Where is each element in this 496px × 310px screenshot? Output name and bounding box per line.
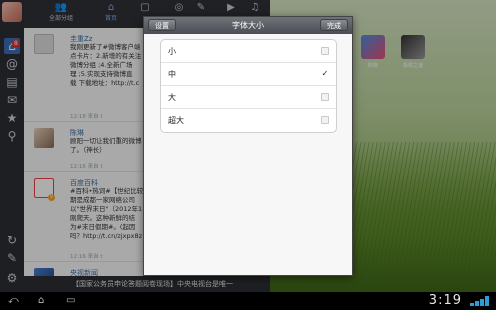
- font-size-options: 小 中 ✓ 大 超大: [160, 39, 337, 133]
- clock[interactable]: 3:19: [429, 293, 462, 309]
- system-navigation-bar: ⤺ ⌂ ▭ 3:19: [0, 292, 496, 310]
- checkbox[interactable]: [321, 93, 329, 101]
- option-medium[interactable]: 中 ✓: [161, 63, 336, 86]
- option-small[interactable]: 小: [161, 40, 336, 63]
- tablet-screen: 购物 极限之速 ⌂ 8 @ ▤ ✉ ★ ⚲ ↻ ✎ ⚙ 👥 全部分组 ⌂ 首页 …: [0, 0, 496, 292]
- dialog-header: 字体大小 设置 完成: [144, 17, 352, 34]
- option-large[interactable]: 大: [161, 86, 336, 109]
- option-label: 超大: [168, 116, 184, 125]
- done-button[interactable]: 完成: [320, 19, 348, 31]
- home-button-icon[interactable]: ⌂: [38, 295, 44, 307]
- checkbox[interactable]: [321, 47, 329, 55]
- checkmark-icon[interactable]: ✓: [321, 70, 329, 78]
- back-icon[interactable]: ⤺: [8, 295, 19, 307]
- signal-icon[interactable]: [470, 296, 490, 306]
- option-label: 中: [168, 70, 176, 79]
- recent-apps-icon[interactable]: ▭: [66, 295, 75, 307]
- option-extra-large[interactable]: 超大: [161, 109, 336, 132]
- option-label: 小: [168, 47, 176, 56]
- checkbox[interactable]: [321, 116, 329, 124]
- option-label: 大: [168, 93, 176, 102]
- settings-back-button[interactable]: 设置: [148, 19, 176, 31]
- font-size-dialog: 字体大小 设置 完成 小 中 ✓ 大 超大: [143, 16, 353, 276]
